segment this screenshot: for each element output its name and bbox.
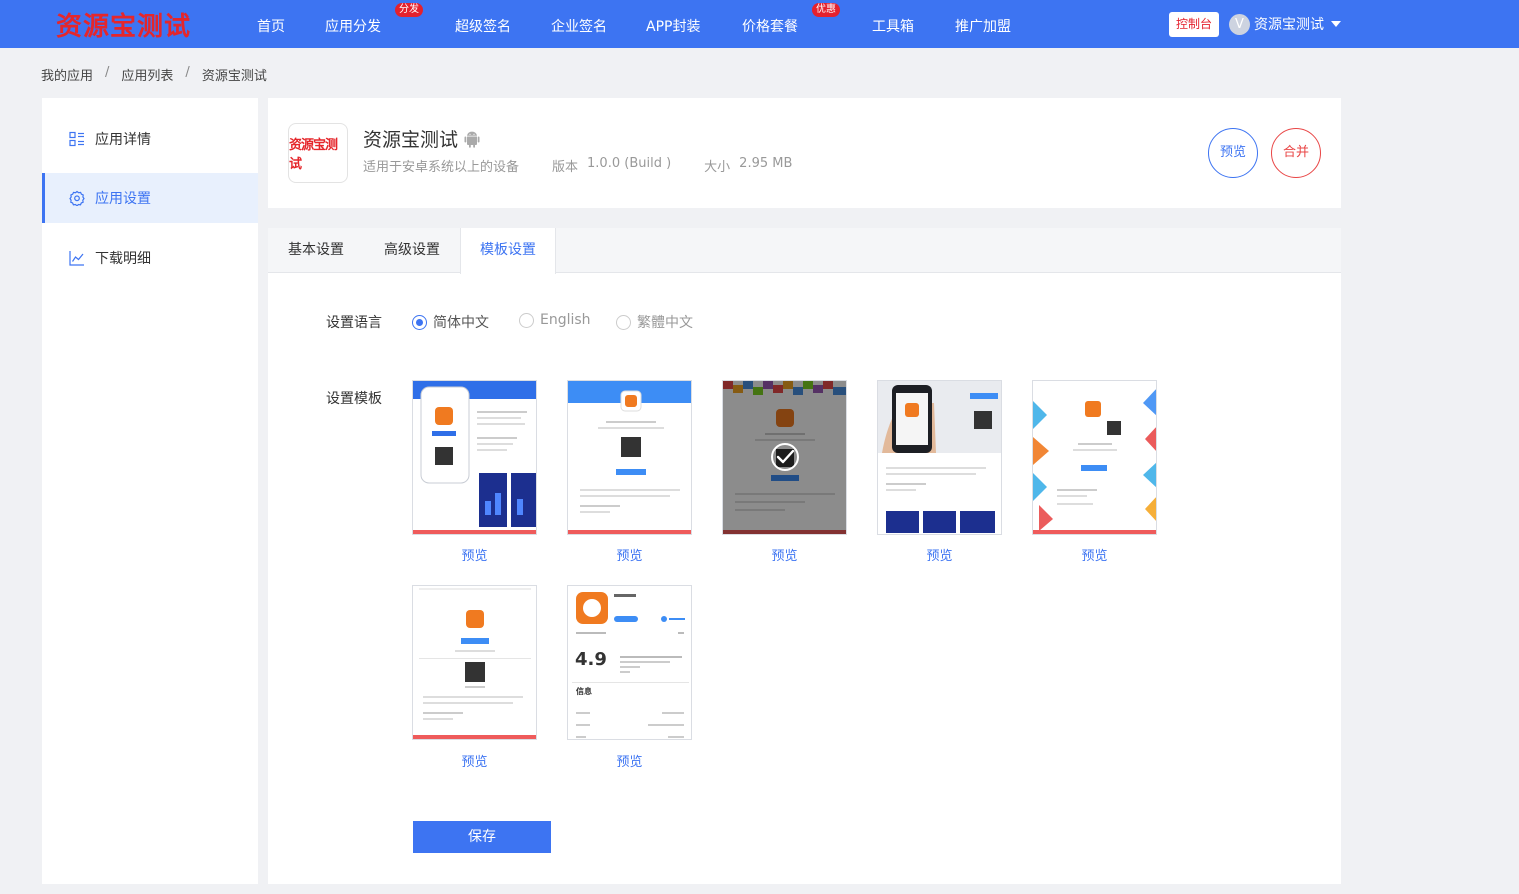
save-button[interactable]: 保存: [413, 821, 551, 853]
site-logo[interactable]: 资源宝测试: [56, 6, 191, 43]
nav-item-affiliate[interactable]: 推广加盟: [955, 16, 1011, 36]
app-icon: 资源宝测试: [288, 123, 348, 183]
template-preview-link-1[interactable]: 预览: [412, 545, 537, 564]
template-7-info: 信息: [576, 687, 592, 696]
radio-english[interactable]: English: [519, 312, 591, 328]
sidebar-item-label: 应用详情: [95, 132, 151, 148]
template-thumbnail-7[interactable]: 4.9 信息: [567, 585, 692, 740]
radio-dot: [616, 314, 631, 330]
tab-template-settings[interactable]: 模板设置: [460, 228, 556, 274]
template-preview-link-7[interactable]: 预览: [567, 751, 692, 770]
template-thumbnail-3[interactable]: [722, 380, 847, 535]
nav-item-super-signature[interactable]: 超级签名: [455, 16, 511, 36]
nav-item-enterprise-signature[interactable]: 企业签名: [551, 16, 607, 36]
breadcrumb-separator: /: [105, 65, 110, 80]
template-preview-link-2[interactable]: 预览: [567, 545, 692, 564]
breadcrumb: 我的应用 / 应用列表 / 资源宝测试: [41, 65, 267, 84]
template-thumbnail-5[interactable]: [1032, 380, 1157, 535]
nav-item-toolbox[interactable]: 工具箱: [872, 16, 914, 36]
version-value: 1.0.0 (Build ): [587, 156, 672, 171]
radio-dot: [519, 312, 534, 328]
sidebar-item-label: 下载明细: [95, 251, 151, 267]
tab-advanced-settings[interactable]: 高级设置: [364, 228, 460, 273]
android-icon: [464, 130, 480, 148]
app-title: 资源宝测试: [363, 125, 480, 152]
nav-item-app-distribution[interactable]: 应用分发: [325, 16, 381, 36]
breadcrumb-current: 资源宝测试: [201, 69, 267, 84]
top-navbar: 资源宝测试 首页 应用分发 分发 超级签名 企业签名 APP封装 价格套餐 优惠…: [0, 0, 1519, 48]
settings-tabs: 基本设置 高级设置 模板设置: [268, 228, 1341, 274]
radio-label: English: [540, 312, 591, 328]
sidebar-item-download-details[interactable]: 下载明细: [42, 233, 258, 283]
avatar: V: [1229, 13, 1250, 35]
nav-item-app-wrap[interactable]: APP封装: [646, 16, 700, 36]
template-preview-link-5[interactable]: 预览: [1032, 545, 1157, 564]
nav-badge-discount: 优惠: [812, 3, 840, 17]
radio-dot: [412, 314, 427, 330]
preview-button[interactable]: 预览: [1208, 128, 1258, 178]
template-label: 设置模板: [326, 391, 382, 407]
tab-basic-settings[interactable]: 基本设置: [268, 228, 364, 273]
app-compat: 适用于安卓系统以上的设备: [363, 160, 520, 175]
breadcrumb-app-list[interactable]: 应用列表: [121, 65, 173, 84]
breadcrumb-my-apps[interactable]: 我的应用: [41, 65, 93, 84]
nav-item-pricing[interactable]: 价格套餐: [742, 16, 798, 36]
merge-button[interactable]: 合并: [1271, 128, 1321, 178]
chevron-down-icon: [1331, 21, 1341, 27]
line-chart-icon: [69, 250, 85, 266]
template-preview-link-3[interactable]: 预览: [722, 545, 847, 564]
gear-icon: [69, 190, 85, 206]
size-label: 大小: [704, 160, 731, 175]
sidebar-item-app-details[interactable]: 应用详情: [42, 114, 258, 164]
template-preview-link-6[interactable]: 预览: [412, 751, 537, 770]
app-header-card: 资源宝测试 资源宝测试 适用于安卓系统以上的设备 版本 1.0.0 (Build…: [268, 98, 1341, 208]
version-label: 版本: [552, 160, 579, 175]
sidebar-item-label: 应用设置: [95, 191, 151, 207]
size-value: 2.95 MB: [739, 156, 793, 171]
sidebar: 应用详情 应用设置 下载明细: [42, 98, 258, 884]
template-thumbnail-2[interactable]: [567, 380, 692, 535]
radio-label: 繁體中文: [637, 315, 693, 331]
template-thumbnail-4[interactable]: [877, 380, 1002, 535]
nav-badge-distribution: 分发: [395, 3, 423, 17]
console-button[interactable]: 控制台: [1169, 12, 1219, 37]
breadcrumb-separator: /: [185, 65, 190, 80]
app-name: 资源宝测试: [363, 129, 459, 151]
radio-label: 简体中文: [433, 315, 489, 331]
radio-simplified-chinese[interactable]: 简体中文: [412, 312, 489, 332]
template-thumbnail-1[interactable]: [412, 380, 537, 535]
template-thumbnail-6[interactable]: [412, 585, 537, 740]
template-preview-link-4[interactable]: 预览: [877, 545, 1002, 564]
settings-panel: 基本设置 高级设置 模板设置 设置语言 简体中文 English 繁體中文 设置…: [268, 228, 1341, 884]
grid-list-icon: [69, 131, 85, 147]
nav-item-home[interactable]: 首页: [257, 16, 285, 36]
radio-traditional-chinese[interactable]: 繁體中文: [616, 312, 693, 332]
app-meta: 适用于安卓系统以上的设备 版本 1.0.0 (Build ) 大小 2.95 M…: [363, 156, 792, 175]
user-name: 资源宝测试: [1254, 17, 1324, 33]
language-label: 设置语言: [326, 315, 382, 331]
sidebar-item-app-settings[interactable]: 应用设置: [42, 173, 258, 223]
user-menu[interactable]: V 资源宝测试: [1229, 13, 1341, 35]
app-icon-text: 资源宝测试: [289, 138, 338, 172]
template-7-rating: 4.9: [575, 649, 607, 670]
